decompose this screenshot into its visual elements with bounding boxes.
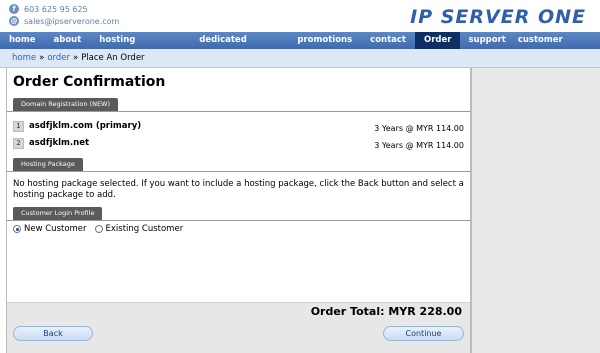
breadcrumb-current: Place An Order <box>81 53 145 63</box>
phone-row: f 603 625 95 625 <box>9 4 88 14</box>
nav-customer-login[interactable]: customer login <box>510 32 600 62</box>
row-number: 1 <box>13 120 24 132</box>
breadcrumb-home[interactable]: home <box>12 53 36 63</box>
breadcrumb-separator: » <box>72 53 79 63</box>
page-title: Order Confirmation <box>13 74 166 90</box>
new-customer-label[interactable]: New Customer <box>24 224 87 234</box>
breadcrumb-separator: » <box>39 53 45 63</box>
hosting-package-tab: Hosting Package <box>13 158 83 171</box>
main-nav: home about hosting solutions dedicated s… <box>0 32 600 62</box>
domain-price: 3 Years @ MYR 114.00 <box>374 141 464 150</box>
divider <box>7 171 470 172</box>
continue-button[interactable]: Continue <box>383 326 464 341</box>
existing-customer-radio[interactable] <box>94 225 103 233</box>
phone-icon: f <box>9 4 19 14</box>
email-icon: @ <box>9 16 19 26</box>
phone-number: 603 625 95 625 <box>24 4 88 14</box>
nav-about[interactable]: about <box>45 32 91 49</box>
breadcrumb: home » order » Place An Order <box>0 49 600 68</box>
domain-registration-tab: Domain Registration (NEW) <box>13 98 119 111</box>
nav-home[interactable]: home <box>0 32 45 49</box>
nav-order[interactable]: Order <box>415 32 461 49</box>
divider <box>7 220 470 221</box>
order-total-bar: Order Total: MYR 228.00 <box>7 302 470 320</box>
domain-name: asdfjklm.com (primary) <box>29 121 142 131</box>
domain-price: 3 Years @ MYR 114.00 <box>374 124 464 133</box>
order-total: Order Total: MYR 228.00 <box>310 305 462 318</box>
nav-right: support customer login <box>460 32 600 62</box>
email-link[interactable]: sales@ipserverone.com <box>24 17 119 26</box>
nav-dedicated-server[interactable]: dedicated server <box>190 32 288 62</box>
nav-hosting-solutions[interactable]: hosting solutions <box>90 32 190 62</box>
sidebar <box>472 68 600 353</box>
nav-contact[interactable]: contact <box>361 32 415 49</box>
back-button[interactable]: Back <box>13 326 93 341</box>
email-row: @ sales@ipserverone.com <box>9 16 119 26</box>
nav-promotions[interactable]: promotions <box>288 32 361 49</box>
order-panel: Order Confirmation Domain Registration (… <box>6 68 472 353</box>
domain-row: 1 asdfjklm.com (primary) 3 Years @ MYR 1… <box>13 119 464 133</box>
domain-row: 2 asdfjklm.net 3 Years @ MYR 114.00 <box>13 136 464 150</box>
customer-type-group: New Customer Existing Customer <box>13 224 191 234</box>
logo[interactable]: IP SERVER ONE <box>410 6 586 28</box>
customer-login-tab: Customer Login Profile <box>13 207 103 220</box>
breadcrumb-order[interactable]: order <box>47 53 70 63</box>
domain-name: asdfjklm.net <box>29 138 90 148</box>
top-header: f 603 625 95 625 @ sales@ipserverone.com… <box>0 0 600 31</box>
button-bar: Back Continue <box>7 320 470 353</box>
existing-customer-label[interactable]: Existing Customer <box>106 224 184 234</box>
divider <box>7 111 470 112</box>
hosting-message: No hosting package selected. If you want… <box>13 179 464 200</box>
new-customer-radio[interactable] <box>13 225 21 233</box>
row-number: 2 <box>13 137 24 149</box>
nav-support[interactable]: support <box>460 32 509 49</box>
